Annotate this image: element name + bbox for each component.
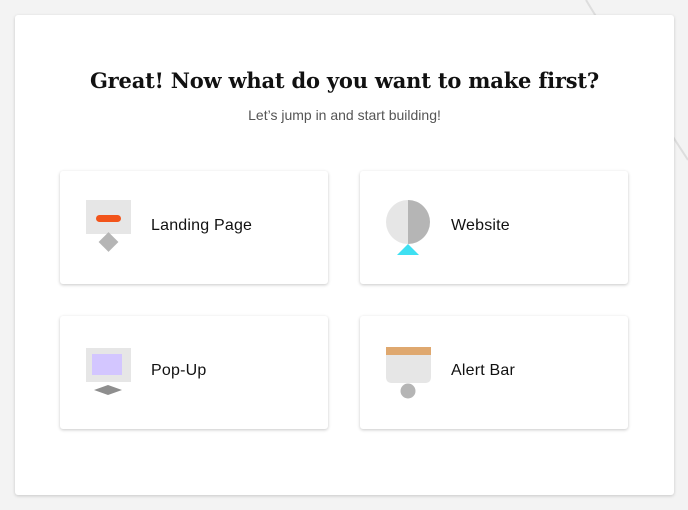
option-label: Website xyxy=(451,217,510,234)
website-icon xyxy=(386,200,430,255)
option-card-alert-bar[interactable]: Alert Bar xyxy=(360,316,628,429)
option-card-popup[interactable]: Pop-Up xyxy=(60,316,328,429)
onboarding-panel: Great! Now what do you want to make firs… xyxy=(15,15,674,495)
popup-icon xyxy=(86,348,131,395)
page-subtitle: Let’s jump in and start building! xyxy=(248,107,441,123)
option-card-website[interactable]: Website xyxy=(360,171,628,284)
option-label: Pop-Up xyxy=(151,362,207,379)
page-title: Great! Now what do you want to make firs… xyxy=(89,68,600,93)
option-card-landing-page[interactable]: Landing Page xyxy=(60,171,328,284)
alert-bar-icon xyxy=(386,347,431,399)
option-label: Alert Bar xyxy=(451,362,516,379)
option-label: Landing Page xyxy=(151,217,253,234)
landing-page-icon xyxy=(86,200,131,252)
